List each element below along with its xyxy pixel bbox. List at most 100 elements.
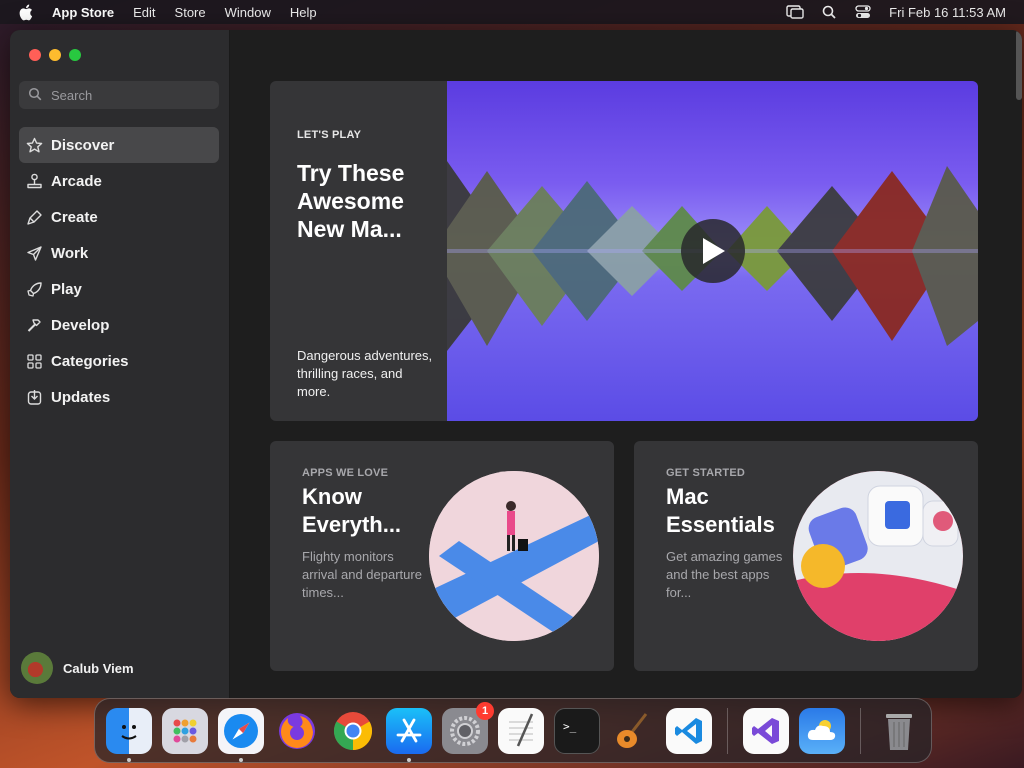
search-input[interactable] [51, 87, 201, 103]
menu-bar: App Store Edit Store Window Help Fri Feb… [0, 0, 1024, 24]
avatar [21, 652, 53, 684]
sidebar-item-label: Work [51, 244, 89, 262]
dock-textedit[interactable] [498, 707, 544, 754]
card-title: Know Everyth... [302, 484, 402, 537]
card-artwork [429, 471, 599, 641]
story-card-apps-we-love[interactable]: APPS WE LOVE Know Everyth... Flighty mon… [270, 441, 614, 671]
sidebar-item-play[interactable]: Play [19, 271, 219, 307]
chrome-icon [333, 711, 373, 750]
user-name: Calub Viem [63, 660, 134, 676]
dock-firefox[interactable] [274, 708, 320, 754]
gear-icon [450, 715, 480, 746]
play-icon [703, 238, 725, 264]
menu-window[interactable]: Window [225, 5, 271, 20]
sidebar-item-label: Create [51, 208, 98, 226]
hero-eyebrow: LET'S PLAY [297, 129, 362, 141]
notification-badge: 1 [476, 701, 494, 720]
card-description: Flighty monitors arrival and departure t… [302, 549, 422, 600]
search-field[interactable] [19, 81, 219, 109]
hero-artwork [447, 81, 978, 421]
card-title: Mac Essentials [666, 484, 775, 537]
apple-menu-icon[interactable] [18, 4, 36, 21]
vscode-icon [675, 717, 702, 744]
hero-title: Try These Awesome New Ma... [297, 160, 405, 242]
dock-garageband[interactable] [610, 708, 656, 754]
safari-icon [224, 713, 258, 748]
sidebar-item-label: Arcade [51, 172, 102, 190]
dock-vscode[interactable] [666, 707, 712, 754]
scrollbar[interactable] [1016, 30, 1022, 100]
sidebar-item-updates[interactable]: Updates [19, 379, 219, 415]
dock-app-store[interactable] [386, 707, 432, 762]
screen-mirroring-icon[interactable] [785, 4, 805, 20]
hero-card[interactable]: LET'S PLAY Try These Awesome New Ma... D… [270, 81, 978, 421]
app-store-icon [396, 718, 422, 742]
hammer-icon [25, 316, 43, 334]
sidebar-item-label: Develop [51, 316, 110, 334]
app-store-window: Discover Arcade Create Work [10, 30, 1022, 698]
dock-terminal[interactable]: >_ [554, 707, 600, 754]
textedit-icon [509, 712, 534, 747]
user-profile[interactable]: Calub Viem [21, 652, 134, 684]
sidebar: Discover Arcade Create Work [10, 30, 230, 698]
dock-safari[interactable] [218, 707, 264, 762]
sidebar-nav: Discover Arcade Create Work Play Develop… [19, 127, 219, 415]
paperplane-icon [25, 244, 43, 262]
story-card-get-started[interactable]: GET STARTED Mac Essentials Get amazing g… [634, 441, 978, 671]
joystick-icon [25, 172, 43, 190]
trash-icon [886, 713, 912, 750]
dock-visual-studio[interactable] [743, 707, 789, 754]
main-content: LET'S PLAY Try These Awesome New Ma... D… [231, 30, 1022, 698]
spotlight-search-icon[interactable] [819, 4, 839, 20]
download-icon [25, 388, 43, 406]
rocket-icon [25, 280, 43, 298]
card-eyebrow: GET STARTED [666, 467, 745, 479]
running-indicator [239, 757, 243, 762]
zoom-button[interactable] [69, 49, 81, 61]
dock-launchpad[interactable] [162, 707, 208, 754]
running-indicator [127, 757, 131, 762]
finder-icon [121, 724, 137, 739]
sidebar-item-create[interactable]: Create [19, 199, 219, 235]
star-icon [25, 136, 43, 154]
window-controls [29, 49, 81, 61]
dock-trash[interactable] [876, 708, 922, 754]
launchpad-icon [173, 719, 197, 742]
running-indicator [407, 757, 411, 762]
sidebar-item-develop[interactable]: Develop [19, 307, 219, 343]
menu-app-name[interactable]: App Store [52, 5, 114, 20]
dock: 1 >_ [94, 698, 932, 763]
dock-system-settings[interactable]: 1 [442, 701, 494, 754]
dock-finder[interactable] [106, 707, 152, 762]
sidebar-item-label: Play [51, 280, 82, 298]
search-icon [28, 87, 44, 103]
menu-store[interactable]: Store [175, 5, 206, 20]
sidebar-item-work[interactable]: Work [19, 235, 219, 271]
svg-text:>_: >_ [563, 720, 577, 733]
menu-edit[interactable]: Edit [133, 5, 155, 20]
guitar-icon [617, 712, 648, 748]
minimize-button[interactable] [49, 49, 61, 61]
hero-description: Dangerous adventures, thrilling races, a… [297, 348, 433, 399]
control-center-icon[interactable] [853, 4, 873, 20]
paintbrush-icon [25, 208, 43, 226]
menu-clock[interactable]: Fri Feb 16 11:53 AM [889, 5, 1006, 20]
grid-icon [25, 352, 43, 370]
card-description: Get amazing games and the best apps for.… [666, 549, 783, 600]
card-artwork [793, 471, 963, 641]
sidebar-item-discover[interactable]: Discover [19, 127, 219, 163]
dock-chrome[interactable] [330, 708, 376, 754]
sidebar-item-label: Discover [51, 136, 115, 154]
card-eyebrow: APPS WE LOVE [302, 467, 389, 479]
dock-separator [860, 707, 861, 754]
terminal-icon: >_ [563, 720, 577, 733]
dock-weather[interactable] [799, 707, 845, 754]
menu-help[interactable]: Help [290, 5, 317, 20]
sidebar-item-arcade[interactable]: Arcade [19, 163, 219, 199]
dock-separator [727, 707, 728, 754]
sidebar-item-categories[interactable]: Categories [19, 343, 219, 379]
sidebar-item-label: Updates [51, 388, 111, 406]
visual-studio-icon [752, 717, 779, 744]
close-button[interactable] [29, 49, 41, 61]
play-video-button[interactable] [681, 219, 745, 283]
